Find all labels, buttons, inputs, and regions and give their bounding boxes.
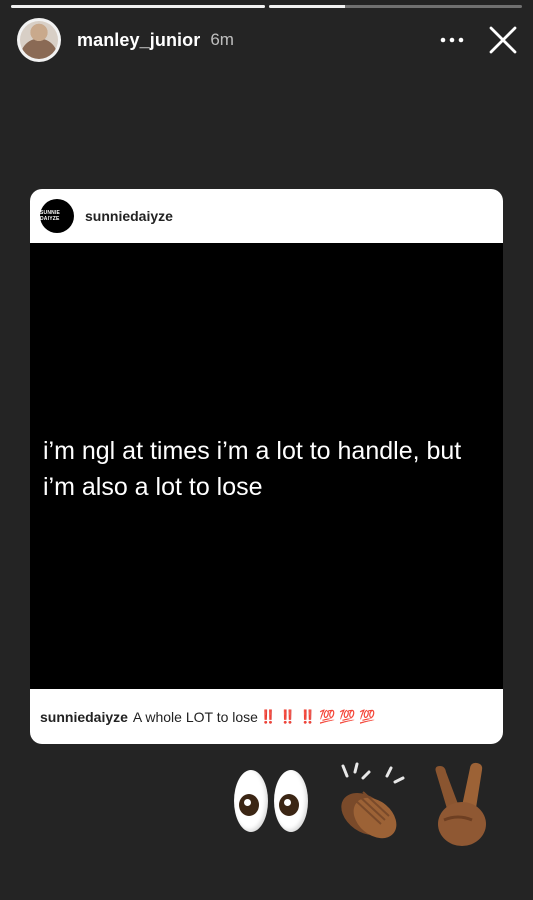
- story-header: manley_junior 6m: [17, 17, 523, 63]
- more-dots-icon: [440, 37, 464, 43]
- clapping-hands-icon: [341, 762, 405, 839]
- progress-segment-1: [11, 5, 265, 8]
- emoji-stickers: [230, 762, 500, 852]
- post-caption: sunniedaiyze A whole LOT to lose ‼️ ‼️ ‼…: [30, 689, 503, 744]
- avatar[interactable]: [17, 18, 61, 62]
- victory-hand-sticker[interactable]: [428, 762, 498, 852]
- quote-text: i’m ngl at times i’m a lot to handle, bu…: [43, 437, 462, 501]
- clapping-hands-sticker[interactable]: [325, 762, 415, 852]
- more-options-button[interactable]: [437, 25, 467, 55]
- close-icon: [489, 26, 517, 54]
- shared-post-card[interactable]: SUNNIE DAIYZE sunniedaiyze i’m ngl at ti…: [30, 189, 503, 744]
- caption-username[interactable]: sunniedaiyze: [40, 709, 128, 725]
- progress-segment-2: [268, 5, 522, 8]
- story-progress: [11, 5, 522, 8]
- post-media[interactable]: i’m ngl at times i’m a lot to handle, bu…: [30, 243, 503, 689]
- close-button[interactable]: [487, 24, 519, 56]
- eye-left-icon: [234, 770, 268, 832]
- eyes-sticker[interactable]: [230, 762, 318, 842]
- avatar-image: [20, 21, 58, 59]
- post-avatar-text: SUNNIE DAIYZE: [40, 210, 61, 222]
- post-username[interactable]: sunniedaiyze: [85, 208, 173, 224]
- eye-right-icon: [274, 770, 308, 832]
- story-time: 6m: [210, 30, 234, 49]
- post-avatar[interactable]: SUNNIE DAIYZE: [40, 199, 74, 233]
- caption-text: A whole LOT to lose: [132, 708, 258, 725]
- victory-hand-icon: [435, 762, 486, 846]
- caption-emojis: ‼️ ‼️ ‼️ 💯 💯 💯: [259, 708, 376, 724]
- post-header: SUNNIE DAIYZE sunniedaiyze: [30, 189, 503, 243]
- story-username[interactable]: manley_junior: [77, 30, 200, 51]
